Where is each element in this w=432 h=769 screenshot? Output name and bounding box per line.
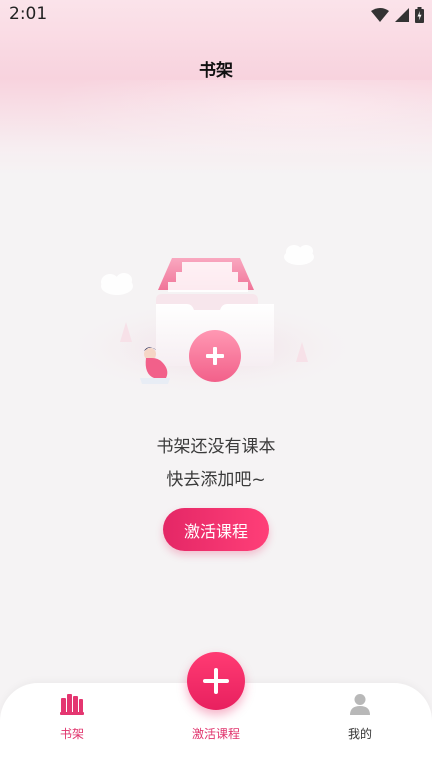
tab-activate-label[interactable]: 激活课程 <box>166 725 266 742</box>
tab-bookshelf-label: 书架 <box>59 727 84 741</box>
tab-mine-label: 我的 <box>347 727 372 741</box>
signal-icon <box>395 8 409 22</box>
tab-mine[interactable]: 我的 <box>310 683 410 753</box>
bookshelf-icon <box>60 693 84 719</box>
status-time: 2:01 <box>9 4 48 24</box>
activate-course-fab[interactable] <box>187 652 245 710</box>
battery-icon <box>415 7 424 23</box>
tab-bookshelf[interactable]: 书架 <box>22 683 122 753</box>
status-icons <box>371 6 424 24</box>
activate-course-button[interactable]: 激活课程 <box>163 508 269 551</box>
empty-message-line2: 快去添加吧~ <box>166 470 266 490</box>
cloud-left <box>101 273 133 295</box>
person-icon <box>349 693 371 719</box>
plus-icon <box>203 668 229 694</box>
cloud-right <box>284 245 314 265</box>
empty-message-line1: 书架还没有课本 <box>156 437 276 457</box>
status-bar: 2:01 <box>0 0 432 30</box>
wifi-icon <box>371 8 389 22</box>
empty-bookshelf-illustration <box>62 245 362 396</box>
page-title: 书架 <box>199 61 233 81</box>
